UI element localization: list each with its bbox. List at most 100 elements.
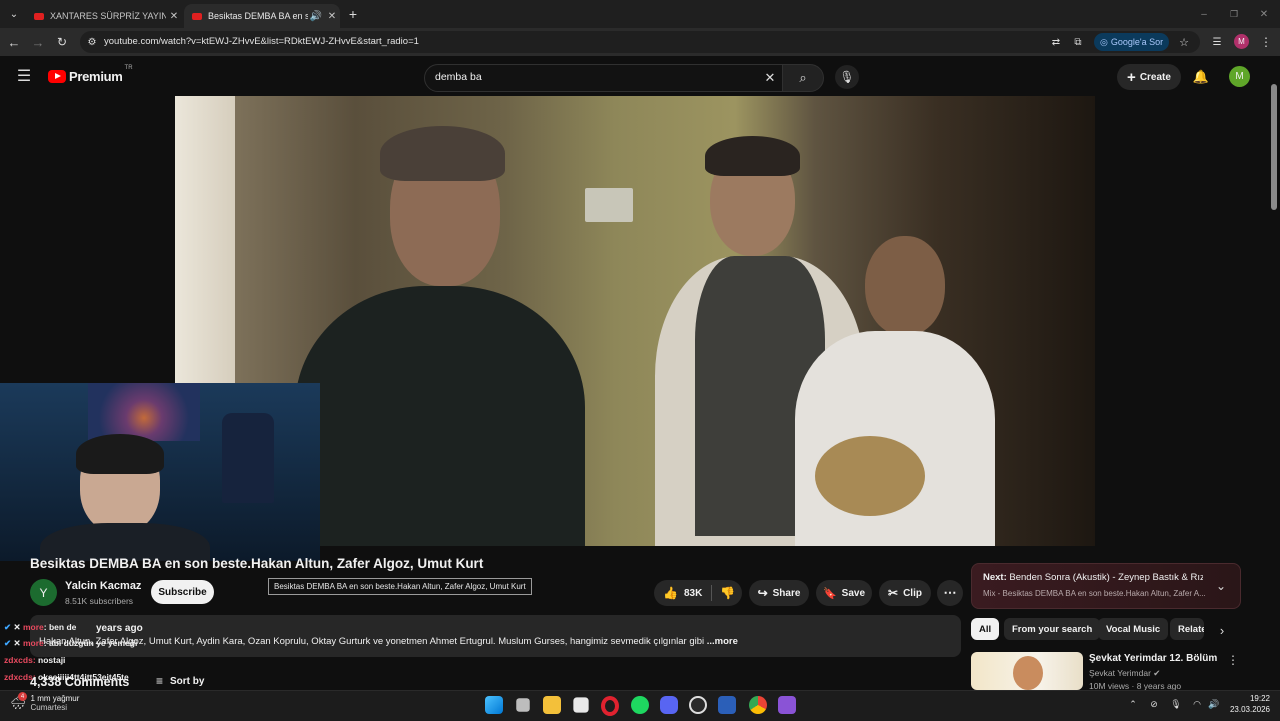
chip-from-search[interactable]: From your search (1004, 618, 1101, 640)
tab-search-icon[interactable]: ⌄ (6, 6, 22, 22)
create-label: Create (1139, 71, 1171, 83)
save-button[interactable]: 🔖 Save (816, 580, 872, 606)
google-ask-label: Google'a Sor (1110, 37, 1164, 47)
up-next-card[interactable]: Next: Benden Sonra (Akustik) - Zeynep Ba… (971, 563, 1241, 609)
chip-all[interactable]: All (971, 618, 1000, 640)
description-box[interactable]: years ago Hakan Altun, Zafer Algoz, Umut… (30, 615, 961, 657)
dislike-icon[interactable]: 👎 (720, 586, 735, 600)
subscribe-button[interactable]: Subscribe (151, 580, 214, 604)
clip-icon: ✂ (888, 586, 899, 600)
snipping-tool-icon[interactable] (718, 696, 736, 714)
tab-1[interactable]: XANTARES SÜRPRİZ YAYIN SON ✕ (26, 4, 182, 28)
more-link[interactable]: ...more (707, 636, 738, 647)
profile-letter: M (1238, 37, 1245, 46)
menu-icon[interactable]: ☰ (14, 66, 34, 86)
weather-widget[interactable]: 🌧 4 1 mm yağmur Cumartesi (10, 692, 80, 712)
browser-menu-icon[interactable]: ⋮ (1258, 34, 1274, 50)
chip-related[interactable]: Relate (1170, 618, 1204, 640)
next-title-line: Next: Benden Sonra (Akustik) - Zeynep Ba… (983, 572, 1203, 583)
related-thumbnail[interactable] (971, 652, 1083, 690)
weather-day: Cumartesi (30, 703, 67, 712)
profile-avatar[interactable]: M (1234, 34, 1249, 49)
chat-line-3: zdxcds: nostaji (4, 655, 65, 665)
account-avatar[interactable]: M (1229, 66, 1250, 87)
bell-icon[interactable]: 🔔 (1191, 67, 1211, 87)
chip-vocal-music[interactable]: Vocal Music (1098, 618, 1169, 640)
poster-space (88, 383, 200, 441)
clock[interactable]: 19:22 23.03.2026 (1228, 693, 1270, 715)
opera-icon[interactable] (601, 696, 619, 716)
more-icon[interactable]: ⋯ (937, 580, 963, 606)
close-tab-icon[interactable]: ✕ (166, 11, 182, 22)
chevron-down-icon[interactable]: ⌄ (1212, 577, 1230, 595)
install-icon[interactable]: ⧉ (1070, 34, 1086, 50)
url-text: youtube.com/watch?v=ktEWJ-ZHvvE&list=RDk… (104, 36, 419, 47)
network-off-icon[interactable]: ⊘ (1147, 697, 1161, 711)
wifi-icon[interactable]: ◠ (1190, 697, 1204, 711)
discord-icon[interactable] (660, 696, 678, 714)
weather-text: 1 mm yağmur (30, 694, 80, 703)
steam-icon[interactable] (689, 696, 707, 714)
page-scrollbar[interactable] (1271, 84, 1277, 210)
restore-icon[interactable]: ❐ (1226, 6, 1242, 22)
close-window-icon[interactable]: ✕ (1256, 6, 1272, 22)
minimize-icon[interactable]: – (1196, 6, 1212, 22)
spotify-icon[interactable] (631, 696, 649, 714)
account-letter: M (1235, 71, 1244, 82)
sort-button[interactable]: ≡ Sort by (156, 674, 204, 688)
chrome-icon[interactable] (749, 696, 767, 714)
google-lens-icon: ◎ (1100, 36, 1108, 47)
youtube-logo[interactable]: Premium TR (48, 65, 133, 84)
share-button[interactable]: ↪ Share (749, 580, 809, 606)
like-dislike-group: 👍 83K 👎 (654, 580, 742, 606)
channel-initial: Y (39, 585, 48, 600)
reload-icon[interactable]: ↻ (54, 34, 70, 50)
share-label: Share (772, 587, 801, 599)
chevron-right-icon[interactable]: › (1214, 622, 1230, 638)
clip-button[interactable]: ✂ Clip (879, 580, 931, 606)
windows-icon[interactable] (485, 696, 503, 714)
like-button[interactable]: 👍 83K (654, 586, 702, 600)
chat-message: abi düzgün ye yemeği (48, 638, 138, 648)
clear-search-icon[interactable]: ✕ (761, 69, 779, 87)
tab-2-title: Besiktas DEMBA BA en son (208, 11, 308, 21)
sort-label: Sort by (170, 675, 205, 687)
store-icon[interactable] (573, 697, 589, 713)
app-icon[interactable] (778, 696, 796, 714)
browser-tab-strip: ⌄ XANTARES SÜRPRİZ YAYIN SON ✕ Besiktas … (0, 0, 1280, 28)
reading-list-icon[interactable]: ☰ (1209, 34, 1225, 50)
chat-nick: more (22, 638, 44, 648)
mic-icon[interactable]: 🎙 (835, 65, 859, 89)
related-title[interactable]: Şevkat Yerimdar 12. Bölüm (1089, 653, 1217, 664)
search-input[interactable]: demba ba ✕ (424, 64, 792, 92)
mic-tray-icon[interactable]: 🎙 (1169, 697, 1183, 711)
file-explorer-icon[interactable] (543, 696, 561, 714)
speaker-icon[interactable]: 🔊 (308, 11, 324, 22)
region-code: TR (124, 65, 133, 71)
close-tab-icon[interactable]: ✕ (324, 11, 340, 22)
back-icon[interactable]: ← (6, 34, 22, 50)
volume-icon[interactable]: 🔊 (1207, 697, 1221, 711)
subscriber-count: 8.51K subscribers (65, 596, 134, 606)
translate-icon[interactable]: ⇄ (1048, 34, 1064, 50)
tab-1-title: XANTARES SÜRPRİZ YAYIN SON (50, 11, 166, 21)
new-tab-icon[interactable]: + (345, 6, 361, 22)
tray-chevron-icon[interactable]: ⌃ (1126, 697, 1140, 711)
related-channel: Şevkat Yerimdar ✔ (1089, 668, 1160, 679)
item-menu-icon[interactable]: ⋮ (1226, 652, 1240, 668)
save-label: Save (841, 587, 866, 599)
bookmark-star-icon[interactable]: ☆ (1176, 34, 1192, 50)
channel-name[interactable]: Yalcin Kacmaz (65, 580, 141, 592)
forward-icon[interactable]: → (30, 34, 46, 50)
channel-avatar[interactable]: Y (30, 579, 57, 606)
address-bar[interactable]: ⚙ youtube.com/watch?v=ktEWJ-ZHvvE&list=R… (80, 31, 1200, 53)
task-view-icon[interactable] (516, 698, 530, 712)
create-button[interactable]: + Create (1117, 64, 1181, 90)
site-info-icon[interactable]: ⚙ (84, 34, 100, 50)
google-ask-button[interactable]: ◎ Google'a Sor (1094, 33, 1170, 51)
youtube-play-icon (48, 70, 66, 83)
search-button[interactable]: ⌕ (782, 64, 824, 92)
tab-2[interactable]: Besiktas DEMBA BA en son 🔊 ✕ (184, 4, 340, 28)
comments-count: 4,338 Comments (30, 675, 130, 689)
next-label: Next: (983, 572, 1007, 583)
